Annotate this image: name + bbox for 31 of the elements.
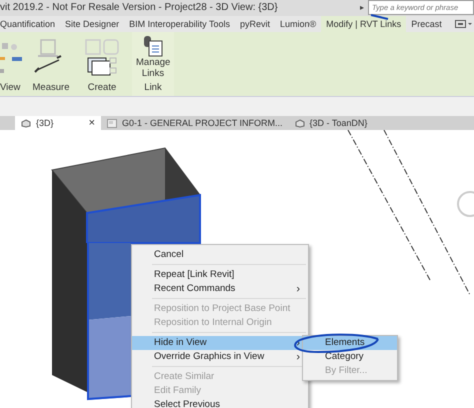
- submenu-arrow-icon: ›: [296, 282, 300, 295]
- annotation-stroke: [370, 14, 388, 20]
- ribbon-tab[interactable]: pyRevit: [234, 16, 275, 32]
- ribbon-tab[interactable]: Precast: [406, 16, 447, 32]
- create-tools-icon: [84, 38, 120, 76]
- ribbon-tab[interactable]: Lumion®: [274, 16, 322, 32]
- ribbon-tab[interactable]: Modify | RVT Links: [321, 16, 406, 32]
- submenu-arrow-icon: ›: [296, 350, 300, 363]
- view-tab[interactable]: {3D - ToanDN}: [288, 116, 374, 130]
- ribbon-tab[interactable]: Site Designer: [60, 16, 124, 32]
- linked-document-icon: [143, 35, 163, 58]
- view-tab[interactable]: {3D} ×: [15, 116, 101, 130]
- menu-item[interactable]: Recent Commands ›: [132, 282, 308, 296]
- panel-label: View: [0, 82, 20, 96]
- menu-item[interactable]: Cancel: [132, 248, 308, 262]
- ribbon-tab[interactable]: Quantification: [0, 16, 60, 32]
- view-tab[interactable]: G0-1 - GENERAL PROJECT INFORM...: [101, 116, 289, 130]
- menu-item[interactable]: Category: [303, 350, 397, 364]
- menu-item[interactable]: Select Previous: [132, 398, 308, 408]
- ribbon-tab[interactable]: BIM Interoperability Tools: [124, 16, 235, 32]
- menu-item[interactable]: Repeat [Link Revit]: [132, 268, 308, 282]
- expand-arrow-icon[interactable]: ▸: [360, 3, 364, 12]
- manage-links-button[interactable]: Manage Links: [136, 35, 170, 80]
- window-title: vit 2019.2 - Not For Resale Version - Project28 - 3D View: {3D}: [0, 2, 279, 14]
- viewcube-icon[interactable]: [457, 190, 474, 217]
- panel-label: Measure: [32, 82, 70, 96]
- panel-toggle-icon: [454, 20, 473, 28]
- view-tools-icon: [0, 41, 22, 74]
- panel-label: Link: [144, 82, 162, 96]
- close-icon[interactable]: ×: [88, 117, 95, 130]
- panel-label: Create: [88, 82, 116, 96]
